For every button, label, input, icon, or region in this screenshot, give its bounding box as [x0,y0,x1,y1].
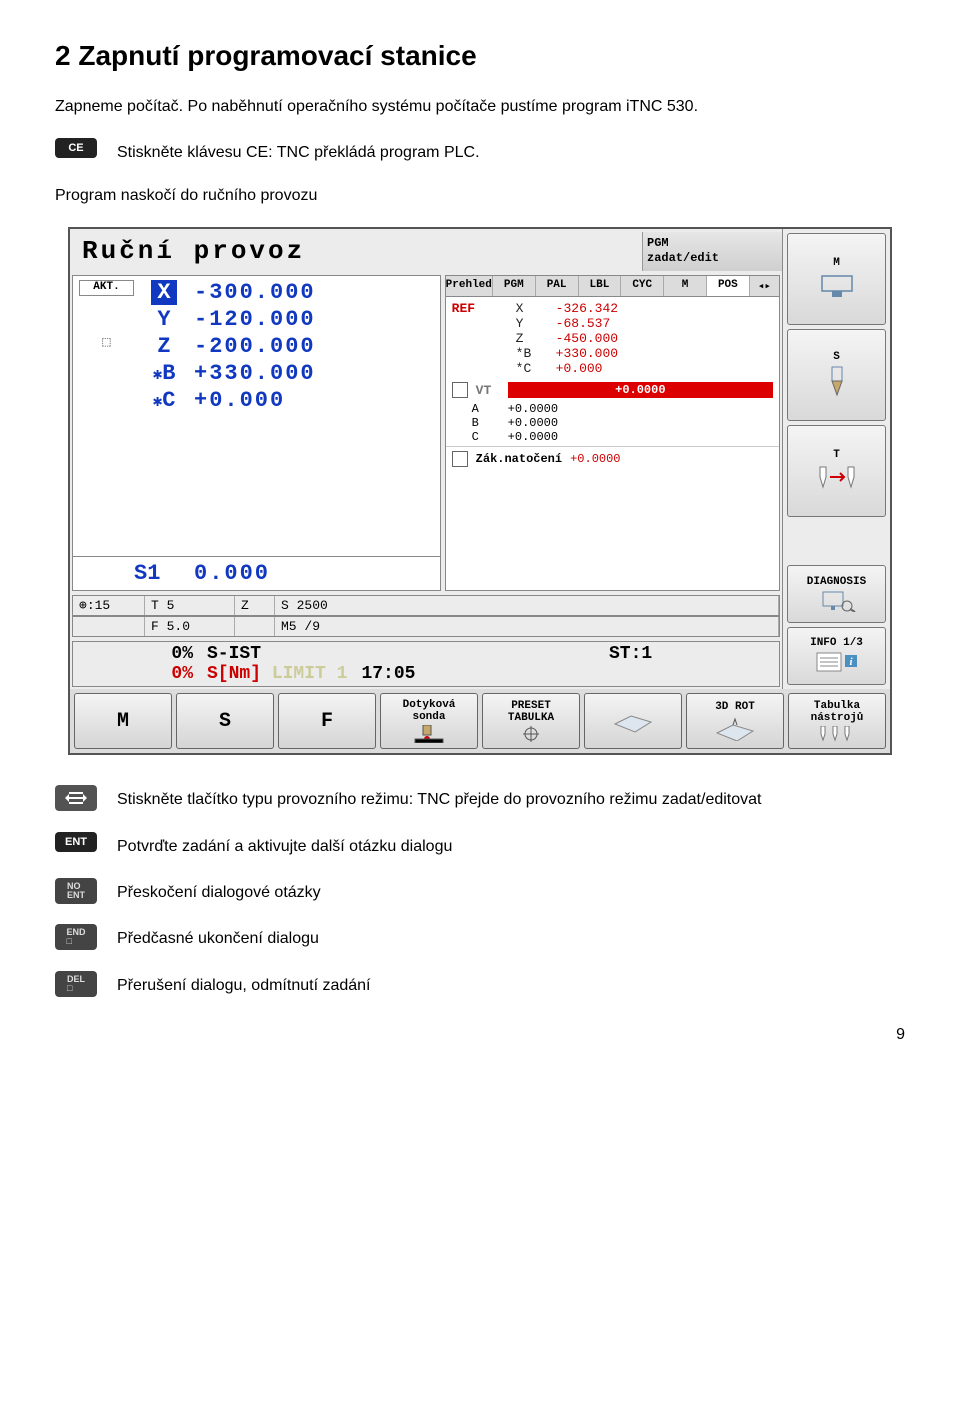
side-softkey-info[interactable]: INFO 1/3 i [787,627,886,685]
spindle-icon [817,271,857,301]
softkey-probe[interactable]: Dotyková sonda [380,693,478,749]
rot-icon: ✱ [153,393,163,411]
ent-key-icon: ENT [55,832,97,852]
status-strip: ⊕:15 T 5 Z S 2500 [72,595,780,616]
info-icon: i [815,651,859,675]
abc-icon [452,416,466,430]
plane-icon [611,706,655,736]
tool-s-icon [822,365,852,399]
axis-z: Z [134,334,194,359]
end-key-icon: END □ [55,924,97,950]
tab-pal[interactable]: PAL [536,276,579,296]
softkey-m[interactable]: M [74,693,172,749]
3drot-icon [713,715,757,741]
akt-label: AKT. [79,280,134,296]
tab-arrows[interactable]: ◂▸ [750,276,779,296]
tool-t-icon [812,463,862,493]
tab-lbl[interactable]: LBL [579,276,622,296]
status-strip-2: F 5.0 M5 /9 [72,616,780,637]
page-number: 9 [55,1026,905,1044]
paragraph-manual-mode: Program naskočí do ručního provozu [55,185,905,207]
mode-key-text: Stiskněte tlačítko typu provozního režim… [117,789,761,811]
softkey-f[interactable]: F [278,693,376,749]
del-key-icon: DEL □ [55,971,97,997]
vt-line: VT +0.0000 [446,380,779,400]
tab-pos[interactable]: POS [707,276,750,296]
workpiece-icon: ⬚ [79,334,134,359]
tooltable-icon [815,726,859,742]
bottom-softkeys: M S F Dotyková sonda PRESET TABULKA 3D R… [70,689,890,753]
noent-text: Přeskočení dialogové otázky [117,882,321,904]
rot-icon: ✱ [153,366,163,384]
axis-x: X [134,280,194,305]
tab-prehled[interactable]: Prehled [446,276,493,296]
axis-c: ✱C [134,388,194,413]
position-display: AKT. X -300.000 Y -120.000 ⬚ Z -200.000 … [73,276,440,420]
intro-text: Zapneme počítač. Po naběhnutí operačního… [55,96,905,118]
mode-title: Ruční provoz [70,236,642,266]
diagnosis-icon [817,590,857,612]
alt-mode-label[interactable]: PGM zadat/edit [642,232,782,271]
ce-key-icon: CE [55,138,97,158]
noent-key-icon: NO ENT [55,878,97,904]
del-text: Přerušení dialogu, odmítnutí zadání [117,975,371,997]
softkey-s[interactable]: S [176,693,274,749]
zak-line: Zák.natočení +0.0000 [446,446,779,471]
softkey-3drot[interactable]: 3D ROT [686,693,784,749]
side-softkey-t[interactable]: T [787,425,886,517]
side-softkey-s[interactable]: S [787,329,886,421]
preset-icon [521,726,541,742]
softkey-empty[interactable] [584,693,682,749]
mode-key-icon [55,785,97,811]
info-tabs[interactable]: Prehled PGM PAL LBL CYC M POS ◂▸ [446,276,779,297]
page-heading: 2 Zapnutí programovací stanice [55,40,905,72]
tab-m[interactable]: M [664,276,707,296]
rotation-icon [452,451,468,467]
side-softkey-diagnosis[interactable]: DIAGNOSIS [787,565,886,623]
end-text: Předčasné ukončení dialogu [117,928,319,950]
softkey-preset[interactable]: PRESET TABULKA [482,693,580,749]
side-softkey-m[interactable]: M [787,233,886,325]
probe-icon [413,725,445,743]
ref-label: REF [452,301,512,316]
ce-text: Stiskněte klávesu CE: TNC překládá progr… [117,142,480,164]
bottom-status: 0% S-IST ST:1 0% S[Nm] LIMIT 1 17:05 [72,641,780,687]
axis-y: Y [134,307,194,332]
axis-b: ✱B [134,361,194,386]
vt-icon [452,382,468,398]
tab-cyc[interactable]: CYC [621,276,664,296]
tab-pgm[interactable]: PGM [493,276,536,296]
softkey-tooltable[interactable]: Tabulka nástrojů [788,693,886,749]
tnc-screenshot: Ruční provoz PGM zadat/edit AKT. X -300.… [68,227,892,755]
ent-text: Potvrďte zadání a aktivujte další otázku… [117,836,452,858]
spindle-display: S1 0.000 [73,556,440,590]
